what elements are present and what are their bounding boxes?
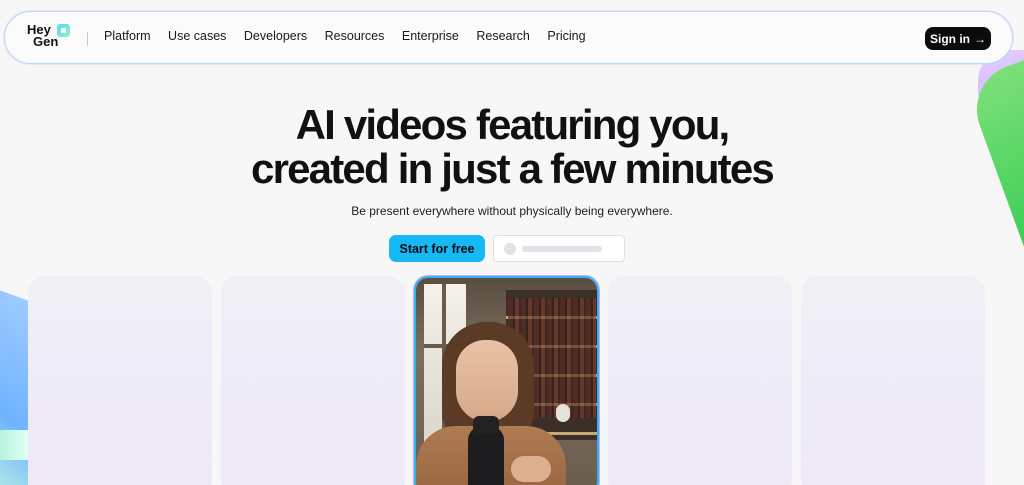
nav-link-enterprise[interactable]: Enterprise [402,29,459,43]
heygen-logo[interactable]: Hey Gen [27,23,71,52]
video-lamp [556,404,570,422]
nav-divider [87,32,88,46]
nav-link-platform[interactable]: Platform [104,29,151,43]
avatar-hand [511,456,551,482]
hero-title-line2: created in just a few minutes [251,145,775,192]
nav-link-resources[interactable]: Resources [325,29,385,43]
sign-in-label: Sign in [930,31,970,46]
top-navigation: Hey Gen Platform Use cases Developers Re… [4,11,1013,64]
hero-title-line1: AI videos featuring you, [295,101,731,148]
video-card-placeholder[interactable] [221,276,405,485]
hero-title: AI videos featuring you, created in just… [0,103,1024,191]
decorative-teal-shape [0,430,28,460]
logo-mark-icon [57,24,70,37]
nav-link-pricing[interactable]: Pricing [547,29,585,43]
nav-link-use-cases[interactable]: Use cases [168,29,226,43]
nav-link-developers[interactable]: Developers [244,29,307,43]
avatar-turtleneck [468,426,504,485]
video-card-placeholder[interactable] [28,276,212,485]
video-card-placeholder[interactable] [801,276,985,485]
page: Hey Gen Platform Use cases Developers Re… [0,0,1024,485]
placeholder-bar [522,246,602,252]
hero-subtitle: Be present everywhere without physically… [351,204,673,218]
logo-text-line2: Gen [33,34,59,49]
placeholder-dot-icon [504,243,516,255]
avatar-face [456,340,518,422]
start-for-free-button[interactable]: Start for free [389,235,485,262]
secondary-cta-placeholder[interactable] [493,235,625,262]
video-card-placeholder[interactable] [608,276,792,485]
featured-video-card[interactable] [414,276,599,485]
avatar-neck [473,416,499,434]
arrow-right-icon: → [974,31,986,46]
nav-link-research[interactable]: Research [476,29,530,43]
nav-links: Platform Use cases Developers Resources … [104,29,603,43]
sign-in-button[interactable]: Sign in → [925,27,991,50]
